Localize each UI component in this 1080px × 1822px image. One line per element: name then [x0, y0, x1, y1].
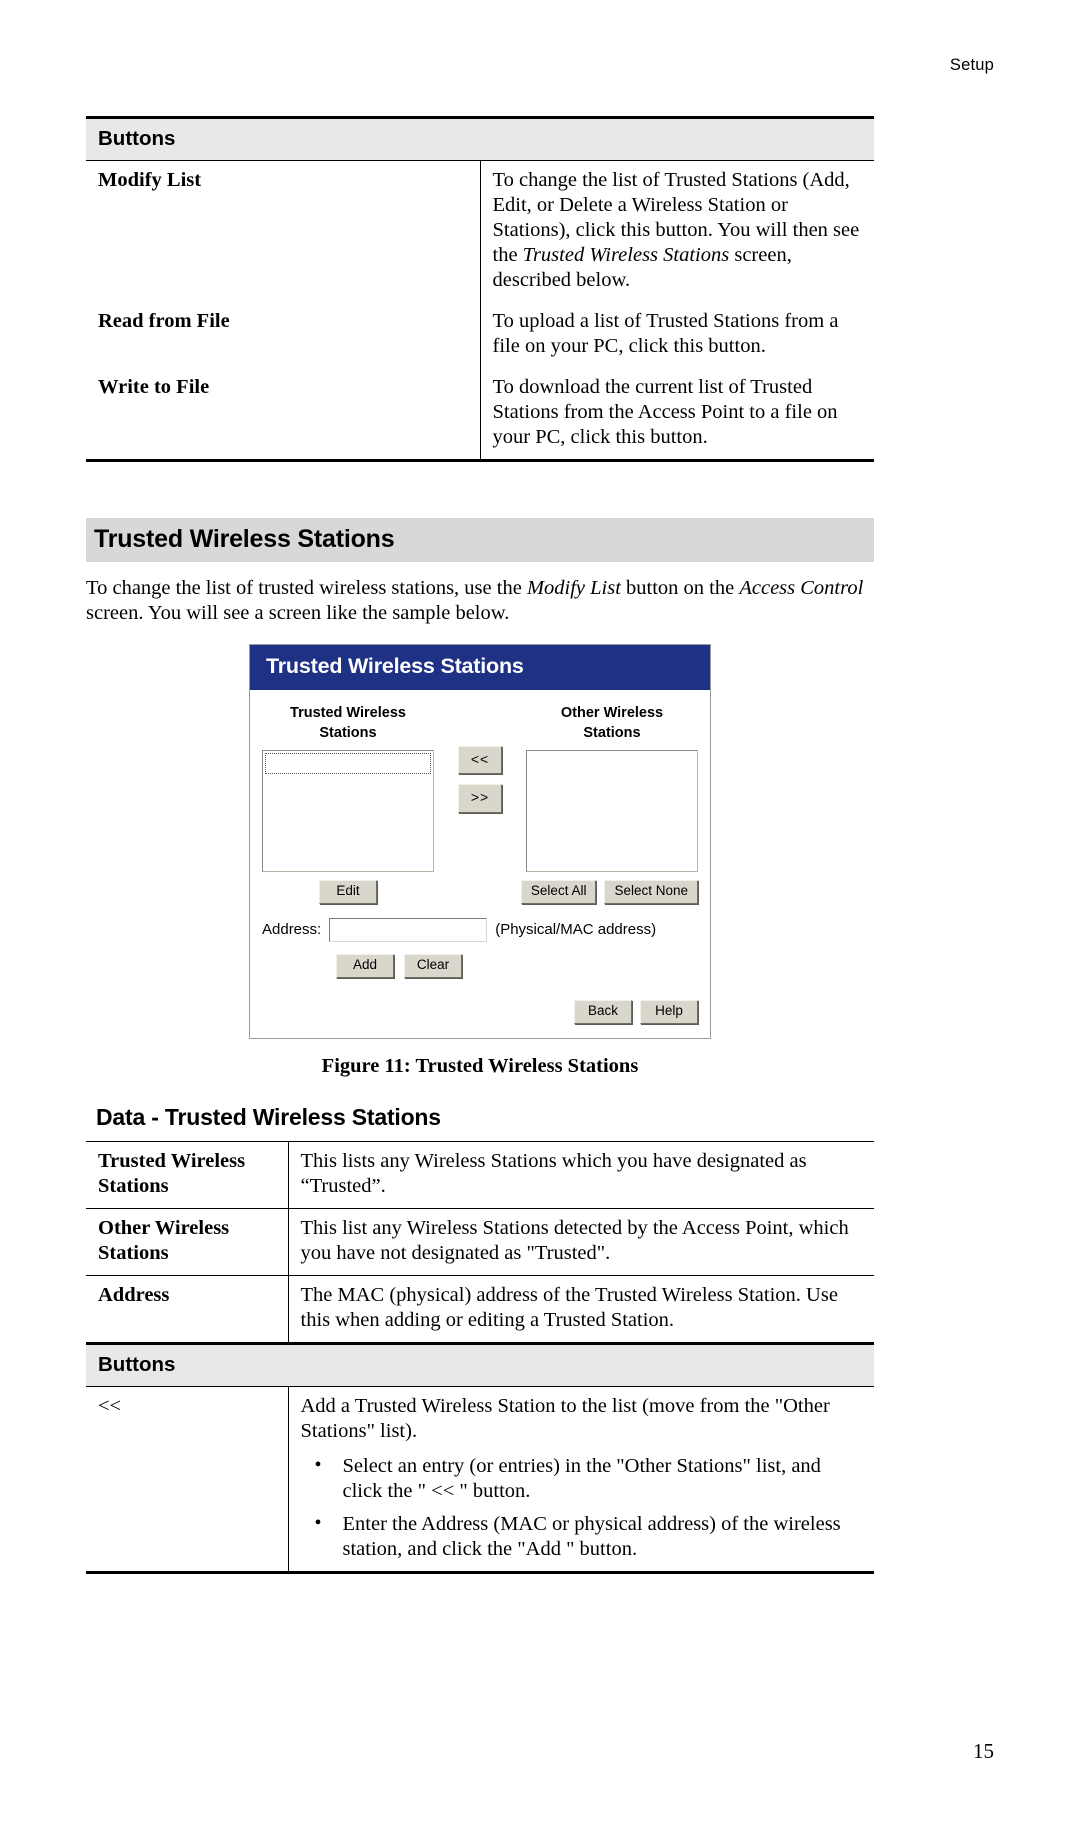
figure-caption: Figure 11: Trusted Wireless Stations [321, 1054, 639, 1077]
lists-row: Trusted Wireless Stations << >> Other Wi… [262, 704, 698, 873]
list-action-buttons-row: Edit Select All Select None [262, 880, 698, 904]
desc-text-italic: Trusted Wireless Stations [522, 244, 730, 266]
figure-trusted-wireless-stations: Trusted Wireless Stations Trusted Wirele… [86, 644, 874, 1039]
row-label-write-to-file: Write to File [86, 368, 481, 462]
list-item: Select an entry (or entries) in the "Oth… [301, 1453, 865, 1504]
row-desc-move-left: Add a Trusted Wireless Station to the li… [288, 1386, 874, 1574]
data-table: Trusted Wireless Stations This lists any… [86, 1140, 874, 1574]
dialog-body: Trusted Wireless Stations << >> Other Wi… [250, 690, 710, 1038]
other-list-label-line1: Other Wireless [560, 705, 664, 721]
address-hint: (Physical/MAC address) [495, 921, 657, 939]
intro-post: screen. You will see a screen like the s… [86, 602, 510, 624]
select-buttons-wrap: Select All Select None [494, 880, 698, 904]
row-label-move-left: << [86, 1386, 289, 1574]
other-list-column: Other Wireless Stations [526, 704, 698, 873]
label-line1: Trusted Wireless [98, 1149, 246, 1172]
dialog-title-bar: Trusted Wireless Stations [250, 645, 710, 690]
table-row: Trusted Wireless Stations This lists any… [86, 1140, 874, 1209]
row-desc-address: The MAC (physical) address of the Truste… [288, 1275, 874, 1344]
edit-button-wrap: Edit [262, 880, 434, 904]
label-line2: Stations [98, 1241, 169, 1264]
address-input[interactable] [329, 917, 488, 942]
address-row: Address: (Physical/MAC address) [262, 917, 698, 942]
select-all-button[interactable]: Select All [520, 880, 597, 904]
table-row: Write to File To download the current li… [86, 368, 874, 462]
page-content: Buttons Modify List To change the list o… [86, 116, 874, 1574]
move-left-button[interactable]: << [458, 746, 502, 775]
table-row: Other Wireless Stations This list any Wi… [86, 1208, 874, 1276]
section-header-buttons: Buttons [86, 116, 874, 161]
section-heading-trusted-wireless-stations: Trusted Wireless Stations [86, 518, 874, 562]
address-label: Address: [262, 921, 322, 939]
label-line2: Stations [98, 1174, 169, 1197]
intro-italic-modify-list: Modify List [526, 577, 621, 599]
row-label-read-from-file: Read from File [86, 302, 481, 368]
desc-text: Add a Trusted Wireless Station to the li… [300, 1394, 830, 1442]
trusted-list-column: Trusted Wireless Stations [262, 704, 434, 873]
dialog-footer-row: Back Help [262, 999, 698, 1024]
row-label-modify-list: Modify List [86, 160, 481, 302]
table-section-header-row: Buttons [86, 1341, 874, 1387]
add-button[interactable]: Add [336, 953, 394, 978]
transfer-buttons-column: << >> [447, 704, 513, 813]
help-button[interactable]: Help [640, 999, 698, 1024]
back-button[interactable]: Back [574, 999, 632, 1024]
table-section-header-row: Buttons [86, 116, 874, 161]
select-none-button[interactable]: Select None [604, 880, 698, 904]
move-right-button[interactable]: >> [458, 784, 502, 813]
buttons-table-top: Buttons Modify List To change the list o… [86, 116, 874, 462]
bullet-list: Select an entry (or entries) in the "Oth… [301, 1453, 865, 1562]
trusted-stations-listbox[interactable] [262, 750, 434, 873]
row-desc-trusted-wireless-stations: This lists any Wireless Stations which y… [288, 1140, 874, 1209]
label-line1: Other Wireless [98, 1216, 230, 1239]
row-label-trusted-wireless-stations: Trusted Wireless Stations [86, 1140, 289, 1209]
other-list-label: Other Wireless Stations [526, 704, 698, 743]
intro-mid: button on the [620, 577, 740, 599]
table-row: << Add a Trusted Wireless Station to the… [86, 1386, 874, 1574]
section-header-buttons-bottom: Buttons [86, 1341, 874, 1387]
running-header: Setup [949, 56, 994, 74]
label-line1: Address [98, 1283, 170, 1306]
row-desc-read-from-file: To upload a list of Trusted Stations fro… [492, 310, 839, 357]
clear-button[interactable]: Clear [404, 953, 462, 978]
intro-pre: To change the list of trusted wireless s… [86, 577, 527, 599]
page-number: 15 [973, 1739, 994, 1763]
table-row: Modify List To change the list of Truste… [86, 160, 874, 303]
edit-button[interactable]: Edit [319, 880, 377, 904]
row-desc-write-to-file: To download the current list of Trusted … [480, 368, 874, 462]
dialog-window: Trusted Wireless Stations Trusted Wirele… [249, 644, 711, 1039]
section-intro-paragraph: To change the list of trusted wireless s… [86, 576, 874, 626]
trusted-list-label: Trusted Wireless Stations [262, 704, 434, 743]
sub-heading-data-trusted-wireless-stations: Data - Trusted Wireless Stations [96, 1103, 441, 1130]
other-list-label-line2: Stations [583, 724, 641, 741]
add-clear-row: Add Clear [262, 953, 698, 978]
intro-italic-access-control: Access Control [739, 577, 864, 599]
table-row: Address The MAC (physical) address of th… [86, 1275, 874, 1344]
trusted-list-label-line1: Trusted Wireless [290, 705, 406, 721]
row-label-other-wireless-stations: Other Wireless Stations [86, 1208, 289, 1276]
document-page: Setup Buttons Modify List To change the … [0, 0, 1080, 1822]
list-item: Enter the Address (MAC or physical addre… [301, 1511, 865, 1562]
other-stations-listbox[interactable] [526, 750, 698, 873]
row-desc-modify-list: To change the list of Trusted Stations (… [480, 161, 874, 303]
table-row: Read from File To upload a list of Trust… [86, 302, 874, 368]
row-desc-other-wireless-stations: This list any Wireless Stations detected… [288, 1208, 874, 1276]
row-label-address: Address [86, 1275, 289, 1344]
trusted-list-label-line2: Stations [319, 724, 377, 741]
